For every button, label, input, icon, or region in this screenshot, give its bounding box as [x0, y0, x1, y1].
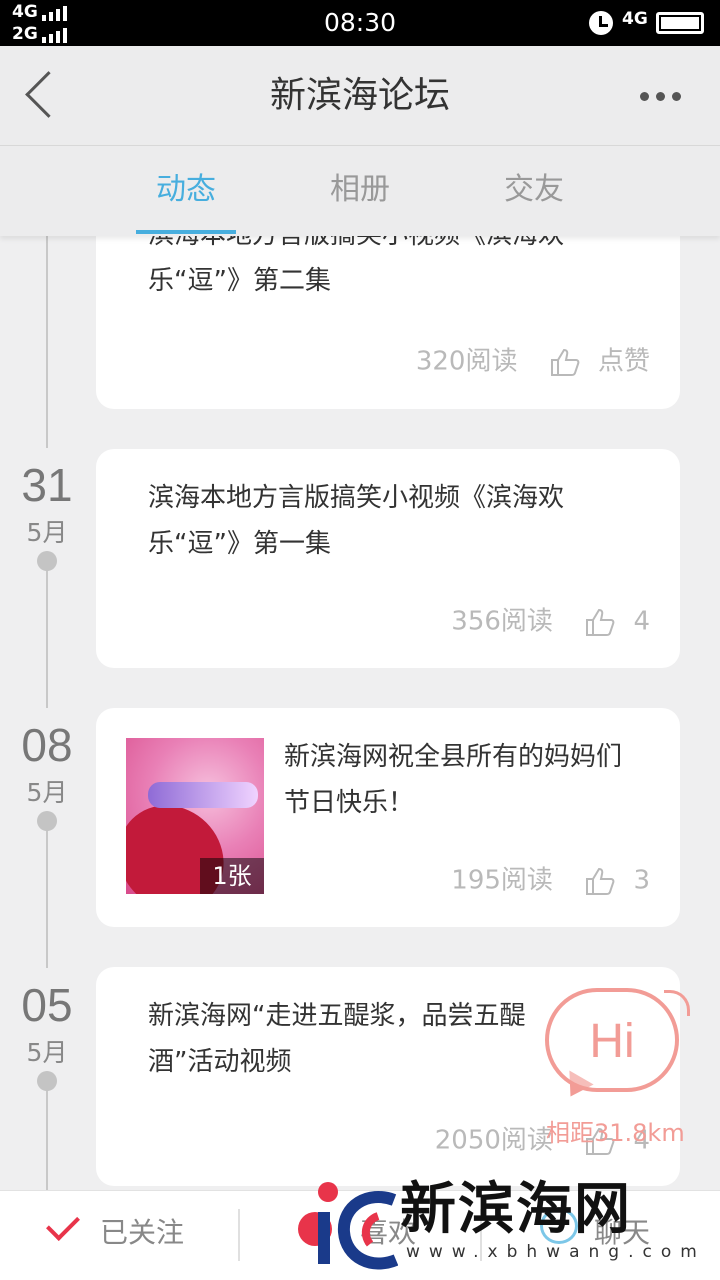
post-title-line: 滨海本地方言版搞笑小视频《滨海欢 [148, 236, 640, 258]
like-count: 4 [633, 606, 650, 637]
post-card[interactable]: 1张 新滨海网祝全县所有的妈妈们 节日快乐！ 195阅读 3 [96, 708, 680, 927]
timeline-line [46, 236, 48, 448]
status-bar: 4G 2G 08:30 4G [0, 0, 720, 46]
network-label: 4G [622, 9, 648, 29]
read-count: 356阅读 [451, 606, 553, 637]
post-stats: 356阅读 4 [451, 606, 650, 637]
tab-friends[interactable]: 交友 [504, 172, 564, 208]
timeline-dot [37, 1071, 57, 1091]
watermark-logo-icon [318, 1182, 398, 1270]
post-day: 31 [21, 459, 73, 511]
timeline-line [46, 830, 48, 968]
timeline-dot [37, 811, 57, 831]
post-stats: 320阅读 点赞 [416, 346, 650, 377]
read-count: 2050阅读 [434, 1125, 553, 1156]
timeline-dot [37, 551, 57, 571]
post-title: 滨海本地方言版搞笑小视频《滨海欢 乐“逗”》第一集 [148, 475, 640, 567]
post-stats: 195阅读 3 [451, 865, 650, 896]
like-count: 3 [633, 865, 650, 896]
alarm-icon [589, 11, 613, 35]
active-tab-indicator [136, 230, 236, 234]
watermark-url: www.xbhwang.com [406, 1242, 706, 1262]
timeline-line [46, 570, 48, 708]
post-day: 08 [21, 719, 73, 771]
more-icon[interactable] [640, 86, 700, 106]
post-card[interactable]: 滨海本地方言版搞笑小视频《滨海欢 乐“逗”》第一集 356阅读 4 [96, 449, 680, 668]
post-month: 5月 [26, 518, 68, 547]
post-image[interactable]: 1张 [126, 738, 264, 894]
tab-dynamic[interactable]: 动态 [156, 172, 216, 208]
post-title-line: 乐“逗”》第一集 [148, 529, 331, 559]
post-title-line: 滨海本地方言版搞笑小视频《滨海欢 [148, 483, 565, 513]
timeline-line [46, 1090, 48, 1190]
read-count: 320阅读 [415, 346, 518, 377]
distance-label: 相距31.8km [546, 1119, 685, 1147]
post-title: 新滨海网祝全县所有的妈妈们 节日快乐！ [284, 734, 660, 826]
post-month: 5月 [26, 778, 68, 807]
tab-bar: 动态 相册 交友 [0, 146, 720, 236]
page-title: 新滨海论坛 [269, 75, 450, 116]
check-icon[interactable] [46, 1207, 80, 1241]
like-label[interactable]: 点赞 [598, 347, 650, 377]
hi-chat-bubble[interactable]: Hi [545, 988, 679, 1092]
thumbs-up-icon[interactable] [585, 607, 615, 637]
post-title-line: 新滨海网祝全县所有的妈妈们 [284, 742, 623, 772]
hi-label: Hi [589, 1015, 635, 1068]
thumbs-up-icon[interactable] [585, 866, 615, 896]
tab-album[interactable]: 相册 [330, 172, 390, 208]
follow-button[interactable]: 已关注 [100, 1211, 184, 1255]
watermark-name: 新滨海网 [400, 1177, 632, 1242]
image-banner [148, 782, 258, 808]
post-card[interactable]: 滨海本地方言版搞笑小视频《滨海欢 乐“逗”》第二集 320阅读 点赞 [96, 236, 680, 409]
app-header: 新滨海论坛 [0, 46, 720, 146]
thumbs-up-icon[interactable] [550, 347, 580, 377]
post-title-line: 乐“逗”》第二集 [148, 266, 331, 296]
divider [238, 1209, 240, 1261]
watermark: 新滨海网 www.xbhwang.com [300, 1172, 720, 1280]
read-count: 195阅读 [451, 865, 553, 896]
post-day: 05 [21, 979, 73, 1031]
post-title-line: 节日快乐！ [284, 788, 415, 818]
image-count-badge: 1张 [200, 858, 264, 894]
post-title: 滨海本地方言版搞笑小视频《滨海欢 乐“逗”》第二集 [148, 236, 640, 304]
battery-icon [656, 12, 704, 34]
post-month: 5月 [26, 1038, 68, 1067]
